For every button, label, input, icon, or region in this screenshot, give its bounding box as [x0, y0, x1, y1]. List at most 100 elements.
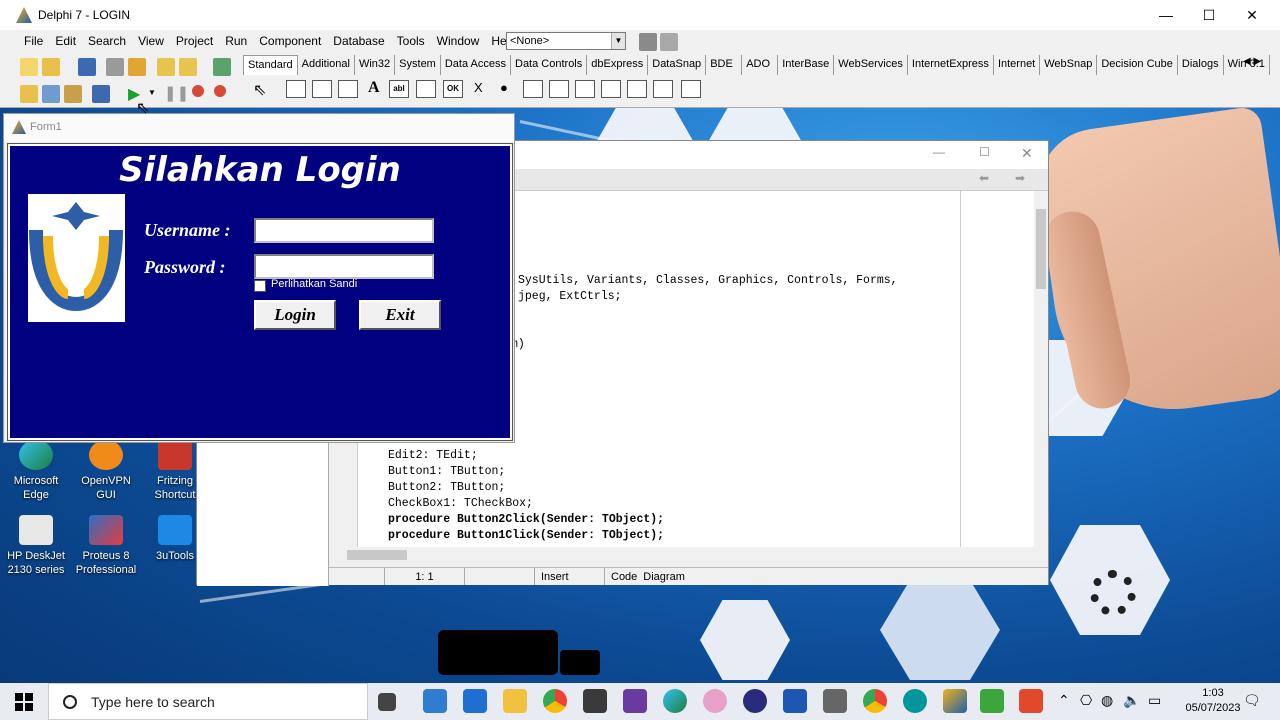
paint-icon[interactable] [703, 689, 727, 713]
palette-tab-decision-cube[interactable]: Decision Cube [1097, 55, 1178, 75]
cpp-ide-icon[interactable] [1019, 689, 1043, 713]
taskbar-clock[interactable]: 1:03 05/07/2023 [1183, 686, 1243, 716]
new-icon[interactable] [20, 58, 38, 76]
username-field[interactable] [254, 218, 434, 243]
frames-icon[interactable] [286, 80, 306, 98]
panel-icon[interactable] [653, 80, 673, 98]
codeblocks-icon[interactable] [980, 689, 1004, 713]
menu-run[interactable]: Run [219, 30, 253, 52]
palette-tab-standard[interactable]: Standard [243, 55, 298, 75]
palette-tab-additional[interactable]: Additional [298, 55, 355, 75]
scrollbar-icon[interactable] [575, 80, 595, 98]
step-over-icon[interactable] [214, 85, 226, 97]
maximize-icon[interactable]: ☐ [1186, 0, 1232, 30]
taskbar-search[interactable]: Type here to search [48, 683, 368, 720]
file-explorer-icon[interactable] [503, 689, 527, 713]
open-project-icon[interactable] [128, 58, 146, 76]
add-file-icon[interactable] [157, 58, 175, 76]
groupbox-icon[interactable] [601, 80, 621, 98]
palette-tab-data-controls[interactable]: Data Controls [511, 55, 588, 75]
show-password-checkbox[interactable] [254, 280, 266, 292]
menu-view[interactable]: View [132, 30, 170, 52]
listbox-icon[interactable] [523, 80, 543, 98]
menu-search[interactable]: Search [82, 30, 132, 52]
maximize-icon[interactable]: ☐ [979, 145, 990, 159]
desktop-icon-openvpn[interactable]: OpenVPN GUI [71, 440, 141, 502]
isis-icon[interactable] [783, 689, 807, 713]
palette-tab-websnap[interactable]: WebSnap [1040, 55, 1098, 75]
eclipse-icon[interactable] [743, 689, 767, 713]
new-form-icon[interactable] [92, 85, 110, 103]
palette-tab-internetexpress[interactable]: InternetExpress [908, 55, 994, 75]
debug-icon[interactable] [660, 33, 678, 51]
start-button[interactable] [0, 683, 48, 720]
save-icon[interactable] [78, 58, 96, 76]
radiogroup-icon[interactable] [627, 80, 647, 98]
memo-icon[interactable] [416, 80, 436, 98]
help-icon[interactable] [213, 58, 231, 76]
palette-tab-dbexpress[interactable]: dbExpress [587, 55, 649, 75]
open-icon[interactable] [42, 58, 60, 76]
toggle-form-unit-icon[interactable] [64, 85, 82, 103]
edit-icon[interactable]: abl [389, 80, 409, 98]
menu-window[interactable]: Window [431, 30, 486, 52]
volume-icon[interactable]: 🔈 [1123, 692, 1140, 709]
minimize-icon[interactable]: — [933, 145, 945, 159]
menu-file[interactable]: File [18, 30, 49, 52]
close-icon[interactable]: ✕ [1229, 0, 1275, 30]
calculator-grid-icon[interactable] [623, 689, 647, 713]
button-icon[interactable]: OK [443, 80, 463, 98]
scroll-thumb[interactable] [1036, 209, 1046, 289]
delphi-taskbar-icon[interactable] [943, 689, 967, 713]
task-view-icon[interactable] [378, 693, 396, 711]
radiobutton-icon[interactable]: ● [500, 80, 508, 95]
palette-tab-interbase[interactable]: InterBase [778, 55, 835, 75]
combobox-icon[interactable] [549, 80, 569, 98]
minimize-icon[interactable]: — [1143, 0, 1189, 30]
checkbox-icon[interactable]: X [474, 80, 483, 95]
chevron-down-icon[interactable]: ▼ [611, 33, 625, 49]
palette-tab-win32[interactable]: Win32 [355, 55, 396, 75]
chrome-profile-icon[interactable] [863, 689, 887, 713]
edge-icon[interactable] [663, 689, 687, 713]
menu-component[interactable]: Component [253, 30, 327, 52]
login-button[interactable]: Login [254, 300, 336, 330]
vertical-scrollbar[interactable] [1034, 191, 1048, 547]
notepad-icon[interactable] [583, 689, 607, 713]
chevron-down-icon[interactable]: ▼ [148, 88, 156, 97]
palette-tab-ado[interactable]: ADO [742, 55, 779, 75]
forward-arrow-icon[interactable]: ➡ [1015, 171, 1025, 185]
palette-tab-internet[interactable]: Internet [994, 55, 1041, 75]
actionlist-icon[interactable] [681, 80, 701, 98]
globe-icon[interactable]: ◍ [1101, 692, 1113, 709]
palette-tab-system[interactable]: System [395, 55, 441, 75]
pen-icon[interactable] [423, 689, 447, 713]
menu-project[interactable]: Project [170, 30, 219, 52]
view-unit-icon[interactable] [20, 85, 38, 103]
menu-edit[interactable]: Edit [49, 30, 82, 52]
palette-tab-bde[interactable]: BDE [706, 55, 743, 75]
settings-icon[interactable] [639, 33, 657, 51]
popupmenu-icon[interactable] [338, 80, 358, 98]
desktop-icon-hp-deskjet[interactable]: HP DeskJet 2130 series [1, 515, 71, 577]
save-all-icon[interactable] [106, 58, 124, 76]
notification-icon[interactable]: 🗨 [1243, 692, 1261, 709]
tab-diagram[interactable]: Diagram [643, 568, 691, 585]
desktop-layout-select[interactable]: <None> ▼ [506, 32, 626, 50]
horizontal-scrollbar[interactable] [329, 547, 1034, 563]
calculator-icon[interactable] [823, 689, 847, 713]
pointer-icon[interactable]: ⇖ [253, 80, 266, 100]
tab-code[interactable]: Code [605, 568, 643, 585]
scroll-thumb[interactable] [347, 550, 407, 560]
mainmenu-icon[interactable] [312, 80, 332, 98]
exit-button[interactable]: Exit [359, 300, 441, 330]
palette-scroll-icon[interactable]: ◀ ▶ [1243, 56, 1261, 67]
back-arrow-icon[interactable]: ⬅ [979, 171, 989, 185]
menu-database[interactable]: Database [327, 30, 390, 52]
remove-file-icon[interactable] [179, 58, 197, 76]
close-icon[interactable]: ✕ [1021, 145, 1033, 162]
trace-into-icon[interactable] [192, 85, 204, 97]
pause-icon[interactable]: ❚❚ [164, 84, 189, 102]
desktop-icon-proteus[interactable]: Proteus 8 Professional [71, 515, 141, 577]
arduino-icon[interactable] [903, 689, 927, 713]
